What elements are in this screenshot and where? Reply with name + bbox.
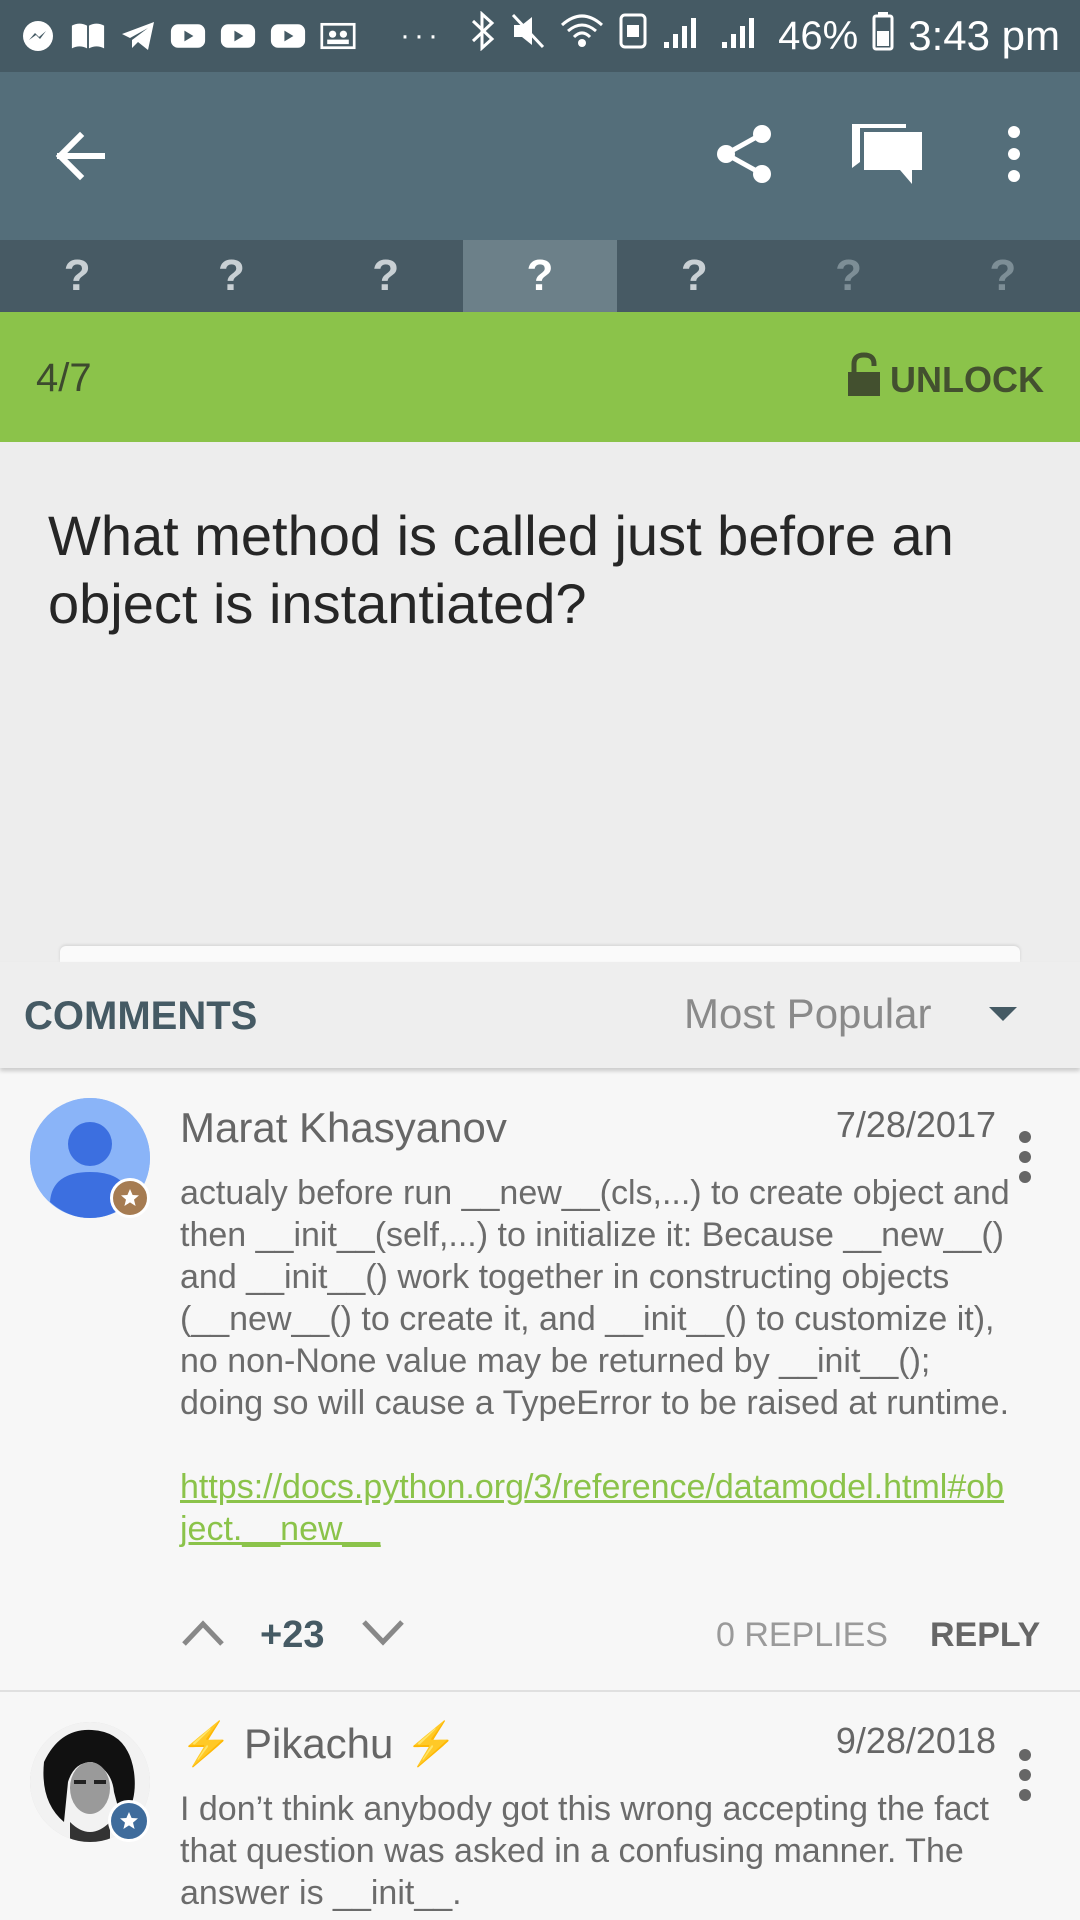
author-name: Pikachu bbox=[243, 1720, 394, 1767]
unlock-button[interactable]: UNLOCK bbox=[846, 352, 1044, 407]
comment-body: I don’t think anybody got this wrong acc… bbox=[180, 1788, 1010, 1914]
question-tab-3[interactable]: ? bbox=[309, 240, 463, 312]
downvote-icon[interactable] bbox=[360, 1618, 406, 1648]
comment-item: Marat Khasyanov 7/28/2017 actualy before… bbox=[0, 1068, 1080, 1692]
lock-icon bbox=[846, 352, 882, 407]
question-tab-6[interactable]: ? bbox=[771, 240, 925, 312]
comment-item: ⚡ Pikachu ⚡ 9/28/2018 I don’t think anyb… bbox=[0, 1692, 1080, 1920]
upvote-icon[interactable] bbox=[180, 1618, 226, 1648]
question-tabs: ? ? ? ? ? ? ? bbox=[0, 240, 1080, 312]
battery-percent: 46% bbox=[778, 13, 859, 58]
status-bar: ··· 46% 3:43 pm bbox=[0, 0, 1080, 72]
badge-icon bbox=[110, 1178, 150, 1218]
youtube-icon bbox=[270, 18, 306, 54]
lightning-icon: ⚡ bbox=[180, 1720, 233, 1767]
youtube-icon bbox=[220, 18, 256, 54]
telegram-icon bbox=[120, 18, 156, 54]
question-tab-5[interactable]: ? bbox=[617, 240, 771, 312]
messenger-icon bbox=[20, 18, 56, 54]
question-text: What method is called just before an obj… bbox=[48, 504, 954, 635]
bluetooth-icon bbox=[470, 10, 496, 61]
share-icon[interactable] bbox=[712, 122, 776, 186]
badge-icon bbox=[108, 1800, 150, 1842]
comment-actions: +23 0 REPLIES REPLY bbox=[180, 1608, 1040, 1668]
answer-card-edge bbox=[60, 946, 1020, 962]
reply-button[interactable]: REPLY bbox=[930, 1616, 1040, 1655]
mute-icon bbox=[510, 11, 546, 61]
comments-icon[interactable] bbox=[850, 122, 924, 188]
signal-icon bbox=[720, 12, 764, 60]
wifi-icon bbox=[560, 11, 604, 61]
more-notifications: ··· bbox=[400, 19, 442, 52]
comment-body: actualy before run __new__(cls,...) to c… bbox=[180, 1172, 1010, 1550]
progress-bar: 4/7 UNLOCK bbox=[0, 312, 1080, 442]
contacts-card-icon bbox=[320, 18, 356, 54]
comment-text: I don’t think anybody got this wrong acc… bbox=[180, 1790, 989, 1912]
sort-label: Most Popular bbox=[684, 990, 932, 1037]
comment-date: 7/28/2017 bbox=[835, 1104, 996, 1145]
question-tab-1[interactable]: ? bbox=[0, 240, 154, 312]
battery-icon bbox=[872, 11, 894, 61]
comment-author[interactable]: ⚡ Pikachu ⚡ bbox=[180, 1720, 457, 1769]
unlock-label: UNLOCK bbox=[890, 358, 1044, 400]
hd-volte-icon bbox=[618, 11, 648, 61]
clock: 3:43 pm bbox=[908, 12, 1060, 59]
app-bar bbox=[0, 72, 1080, 240]
overflow-menu-icon[interactable] bbox=[994, 122, 1034, 186]
question-tab-7[interactable]: ? bbox=[926, 240, 1080, 312]
book-icon bbox=[70, 18, 106, 54]
comments-header: COMMENTS Most Popular bbox=[0, 962, 1080, 1068]
comment-author[interactable]: Marat Khasyanov bbox=[180, 1104, 507, 1152]
question-counter: 4/7 bbox=[36, 356, 92, 400]
signal-icon bbox=[662, 12, 706, 60]
comment-link[interactable]: https://docs.python.org/3/reference/data… bbox=[180, 1468, 1004, 1548]
comment-menu-icon[interactable] bbox=[1010, 1128, 1040, 1186]
comment-date: 9/28/2018 bbox=[835, 1720, 996, 1761]
replies-count[interactable]: 0 REPLIES bbox=[716, 1616, 888, 1655]
dropdown-caret-icon bbox=[989, 1007, 1018, 1021]
comments-title: COMMENTS bbox=[24, 994, 258, 1038]
sort-dropdown[interactable]: Most Popular bbox=[684, 990, 1018, 1038]
question-card: What method is called just before an obj… bbox=[0, 442, 1080, 962]
lightning-icon: ⚡ bbox=[405, 1720, 458, 1767]
comment-menu-icon[interactable] bbox=[1010, 1746, 1040, 1804]
question-tab-2[interactable]: ? bbox=[154, 240, 308, 312]
vote-score: +23 bbox=[260, 1614, 325, 1656]
avatar[interactable] bbox=[30, 1098, 150, 1218]
youtube-icon bbox=[170, 18, 206, 54]
question-tab-4[interactable]: ? bbox=[462, 240, 618, 312]
back-arrow-icon[interactable] bbox=[52, 126, 112, 186]
comment-text: actualy before run __new__(cls,...) to c… bbox=[180, 1174, 1010, 1422]
